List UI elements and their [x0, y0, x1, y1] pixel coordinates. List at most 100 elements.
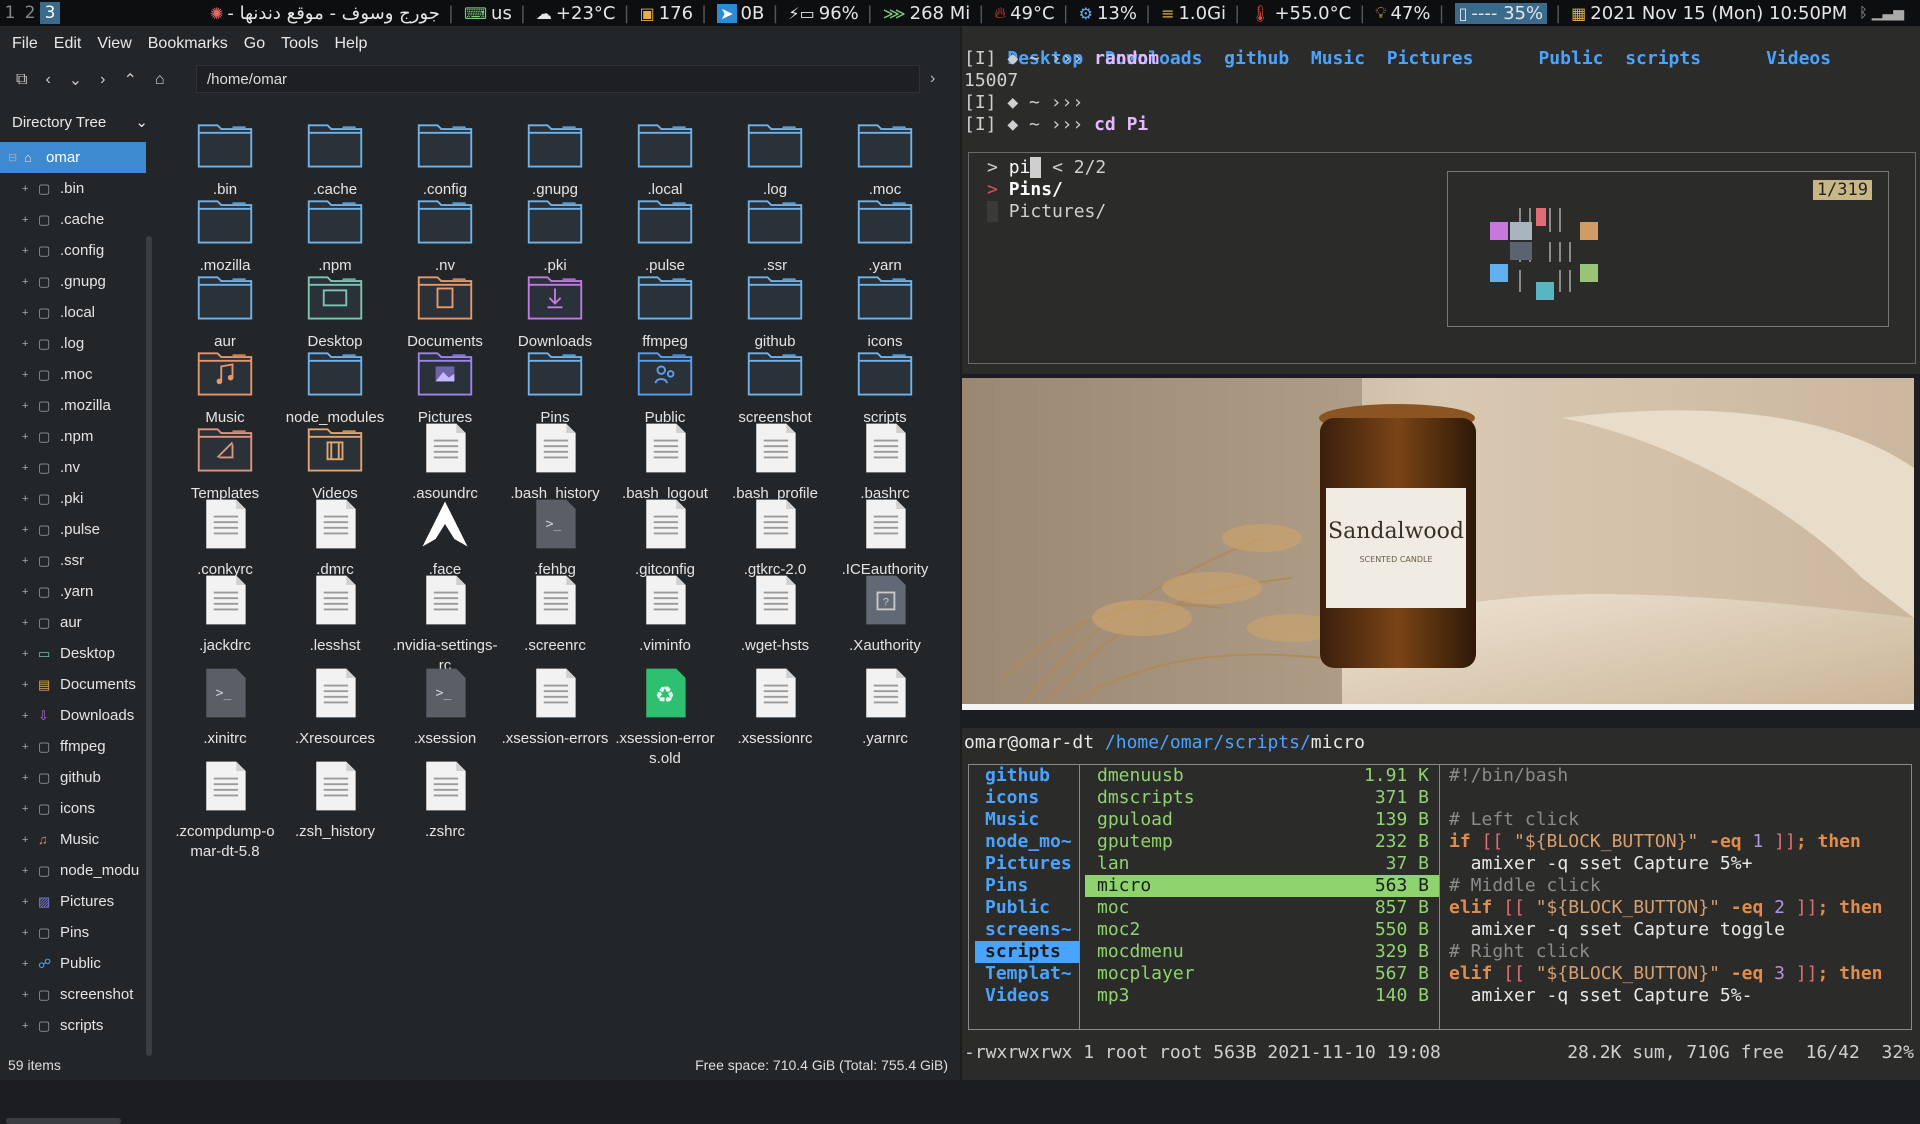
expand-icon[interactable]: + [22, 276, 32, 288]
folder-item[interactable]: .bin [170, 114, 280, 200]
signal-icon[interactable]: ▁▃▅ [1872, 5, 1904, 21]
file-item[interactable]: .xsessionrc [720, 663, 830, 749]
expand-icon[interactable]: + [22, 927, 32, 939]
workspace-2[interactable]: 2 [20, 2, 40, 24]
expand-icon[interactable]: + [22, 1020, 32, 1032]
tree-item[interactable]: + ▢ .pki [0, 483, 160, 514]
expand-icon[interactable]: + [22, 741, 32, 753]
collapse-icon[interactable]: ⊟ [8, 151, 18, 164]
menu-tools[interactable]: Tools [281, 35, 318, 53]
expand-icon[interactable]: + [22, 958, 32, 970]
folder-item[interactable]: .moc [830, 114, 940, 200]
expand-icon[interactable]: + [22, 555, 32, 567]
folder-item[interactable]: .pki [500, 190, 610, 276]
file-item[interactable]: .wget-hsts [720, 570, 830, 656]
file-item[interactable]: .face [390, 494, 500, 580]
tree-item[interactable]: + ▤ Documents [0, 669, 160, 700]
parent-entry[interactable]: github [969, 765, 1079, 787]
folder-item[interactable]: node_modules [280, 342, 390, 428]
memory-indicator[interactable]: ≡ 1.0Gi [1161, 3, 1226, 24]
expand-icon[interactable]: + [22, 338, 32, 350]
history-dropdown-icon[interactable]: ⌄ [69, 70, 82, 90]
folder-item[interactable]: icons [830, 266, 940, 352]
file-item[interactable]: .conkyrc [170, 494, 280, 580]
expand-icon[interactable]: + [22, 524, 32, 536]
file-item[interactable]: .bashrc [830, 418, 940, 504]
expand-icon[interactable]: + [22, 834, 32, 846]
tree-item[interactable]: + ▢ Pins [0, 917, 160, 948]
folder-item[interactable]: .pulse [610, 190, 720, 276]
brightness-indicator[interactable]: 💡︎ 47% [1375, 3, 1430, 24]
up-icon[interactable]: ⌃ [124, 70, 137, 90]
file-item[interactable]: .xsession-errors [500, 663, 610, 749]
folder-item[interactable]: screenshot [720, 342, 830, 428]
expand-icon[interactable]: + [22, 617, 32, 629]
folder-item[interactable]: Music [170, 342, 280, 428]
file-item[interactable]: ? .Xauthority [830, 570, 940, 656]
go-icon[interactable]: › [930, 70, 935, 88]
expand-icon[interactable]: + [22, 586, 32, 598]
terminal-fzf[interactable]: Desktop Downloads github Music Pictures … [962, 26, 1920, 374]
network-indicator[interactable]: ⋙ 268 Mi [883, 3, 970, 24]
folder-item[interactable]: Downloads [500, 266, 610, 352]
folder-item[interactable]: scripts [830, 342, 940, 428]
folder-item[interactable]: Pins [500, 342, 610, 428]
file-item[interactable]: .asoundrc [390, 418, 500, 504]
file-item[interactable]: .bash_logout [610, 418, 720, 504]
file-item[interactable]: .nvidia-settings-rc [390, 570, 500, 676]
expand-icon[interactable]: + [22, 462, 32, 474]
file-item[interactable]: .screenrc [500, 570, 610, 656]
forward-icon[interactable]: › [100, 71, 105, 89]
file-item[interactable]: .zcompdump-omar-dt-5.8 [170, 756, 280, 862]
home-icon[interactable]: ⌂ [155, 71, 165, 89]
file-entry[interactable]: gpuload 139 B [1081, 809, 1439, 831]
file-entry[interactable]: mocdmenu 329 B [1081, 941, 1439, 963]
folder-item[interactable]: ffmpeg [610, 266, 720, 352]
weather-indicator[interactable]: ☁ +23°C [536, 3, 616, 24]
folder-item[interactable]: Public [610, 342, 720, 428]
gpu-temp-indicator[interactable]: 🔥︎ 49°C [994, 3, 1054, 24]
tree-item[interactable]: + ▢ screenshot [0, 979, 160, 1010]
expand-icon[interactable]: + [22, 865, 32, 877]
file-entry[interactable]: dmscripts 371 B [1081, 787, 1439, 809]
tree-item[interactable]: + ▢ .config [0, 235, 160, 266]
file-item[interactable]: .ICEauthority [830, 494, 940, 580]
parent-entry[interactable]: icons [969, 787, 1079, 809]
parent-entry[interactable]: Public [969, 897, 1079, 919]
notif-indicator[interactable]: ➤ 0B [717, 3, 764, 24]
workspace-1[interactable]: 1 [0, 2, 20, 24]
folder-item[interactable]: .mozilla [170, 190, 280, 276]
new-tab-icon[interactable]: ⧉ [16, 71, 27, 89]
expand-icon[interactable]: + [22, 214, 32, 226]
folder-item[interactable]: .gnupg [500, 114, 610, 200]
file-entry[interactable]: lan 37 B [1081, 853, 1439, 875]
tree-item[interactable]: + ▢ .gnupg [0, 266, 160, 297]
tree-item[interactable]: + ▢ .cache [0, 204, 160, 235]
tree-item[interactable]: + ▢ .local [0, 297, 160, 328]
tree-item[interactable]: + ▢ .nv [0, 452, 160, 483]
file-item[interactable]: >_ .fehbg [500, 494, 610, 580]
folder-item[interactable]: .cache [280, 114, 390, 200]
menu-edit[interactable]: Edit [54, 35, 82, 53]
file-entry[interactable]: mp3 140 B [1081, 985, 1439, 1007]
file-item[interactable]: >_ .xinitrc [170, 663, 280, 749]
tree-item[interactable]: + ▢ .bin [0, 173, 160, 204]
parent-entry[interactable]: scripts [975, 941, 1079, 963]
file-entry[interactable]: mocplayer 567 B [1081, 963, 1439, 985]
tree-item[interactable]: + ▢ .yarn [0, 576, 160, 607]
datetime-indicator[interactable]: ▦ 2021 Nov 15 (Mon) 10:50PM [1571, 3, 1847, 24]
sidebar-scrollbar[interactable] [146, 236, 152, 1056]
folder-item[interactable]: .log [720, 114, 830, 200]
folder-item[interactable]: github [720, 266, 830, 352]
file-item[interactable]: .lesshst [280, 570, 390, 656]
tree-item[interactable]: + ▢ node_modu [0, 855, 160, 886]
expand-icon[interactable]: + [22, 431, 32, 443]
expand-icon[interactable]: + [22, 896, 32, 908]
expand-icon[interactable]: + [22, 183, 32, 195]
sidebar-hscrollbar[interactable] [6, 1118, 121, 1124]
parent-entry[interactable]: Pictures [969, 853, 1079, 875]
file-item[interactable]: .bash_history [500, 418, 610, 504]
folder-item[interactable]: Documents [390, 266, 500, 352]
battery-indicator[interactable]: ⚡▭ 96% [788, 3, 858, 24]
folder-item[interactable]: aur [170, 266, 280, 352]
